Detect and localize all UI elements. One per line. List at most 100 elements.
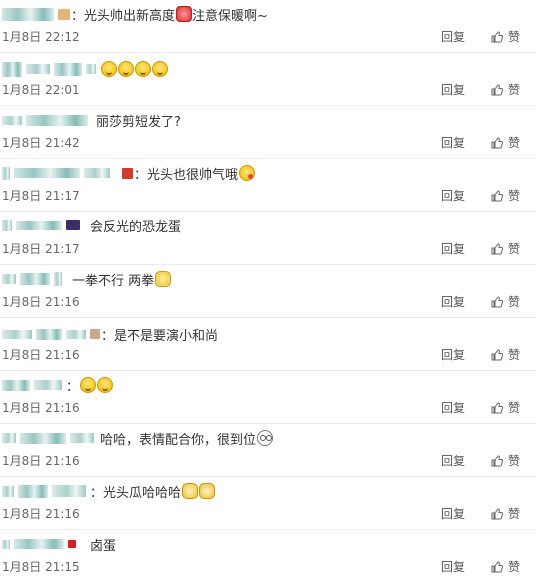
like-button[interactable]: 赞 <box>508 346 520 363</box>
like-button[interactable]: 赞 <box>508 399 520 416</box>
comment-item: 1月8日 22:01 回复 赞 <box>0 53 536 106</box>
comment-content: 丽莎剪短发了? <box>2 112 181 130</box>
like-button[interactable]: 赞 <box>508 558 520 575</box>
comment-text: 光头也很帅气哦 <box>147 167 239 183</box>
comment-content: 卤蛋 <box>2 536 116 554</box>
username-blurred[interactable] <box>2 329 32 339</box>
comment-actions: 回复 赞 <box>441 81 520 98</box>
doge-icon <box>199 483 216 499</box>
thumbs-up-icon[interactable] <box>491 507 503 520</box>
comment-date: 1月8日 21:16 <box>2 295 80 309</box>
reply-button[interactable]: 回复 <box>441 293 465 310</box>
glasses-face-icon <box>257 430 274 446</box>
reply-button[interactable]: 回复 <box>441 505 465 522</box>
reply-button[interactable]: 回复 <box>441 187 465 204</box>
comment-date: 1月8日 21:17 <box>2 189 80 203</box>
username-blurred-part <box>86 64 96 74</box>
comment-item: ：光头也很帅气哦 1月8日 21:17 回复 赞 <box>0 159 536 212</box>
reply-button[interactable]: 回复 <box>441 452 465 469</box>
like-button[interactable]: 赞 <box>508 452 520 469</box>
username-blurred[interactable] <box>2 7 54 21</box>
username-blurred-part <box>54 62 82 76</box>
thumbs-up-icon[interactable] <box>491 401 503 414</box>
username-blurred-part <box>14 539 64 549</box>
username-blurred[interactable] <box>2 433 16 443</box>
thumbs-up-icon[interactable] <box>491 83 503 96</box>
smile-icon <box>80 377 97 393</box>
username-blurred-part <box>14 168 80 178</box>
comment-text: 光头瓜哈哈哈 <box>103 485 182 501</box>
comment-item: 丽莎剪短发了? 1月8日 21:42 回复 赞 <box>0 106 536 159</box>
username-blurred-part <box>20 273 50 285</box>
comment-content <box>2 61 168 77</box>
reply-button[interactable]: 回复 <box>441 558 465 575</box>
username-blurred[interactable] <box>2 539 10 549</box>
fist-icon <box>155 271 172 287</box>
reply-button[interactable]: 回复 <box>441 81 465 98</box>
comment-text: 丽莎剪短发了? <box>96 114 181 130</box>
username-blurred-part <box>20 432 66 444</box>
like-button[interactable]: 赞 <box>508 134 520 151</box>
like-button[interactable]: 赞 <box>508 240 520 257</box>
user-badge-icon <box>58 8 70 20</box>
comment-item: 一拳不行 两拳 1月8日 21:16 回复 赞 <box>0 265 536 318</box>
thumbs-up-icon[interactable] <box>491 136 503 149</box>
comment-date: 1月8日 21:16 <box>2 348 80 362</box>
thumbs-up-icon[interactable] <box>491 454 503 467</box>
comment-date: 1月8日 22:12 <box>2 30 80 44</box>
like-button[interactable]: 赞 <box>508 293 520 310</box>
smile-icon <box>97 377 114 393</box>
comment-item: ： 1月8日 21:16 回复 赞 <box>0 371 536 424</box>
comment-actions: 回复 赞 <box>441 134 520 151</box>
username-blurred[interactable] <box>2 61 22 77</box>
comment-text: 会反光的恐龙蛋 <box>90 219 182 235</box>
thumbs-up-icon[interactable] <box>491 295 503 308</box>
username-blurred-part <box>54 272 62 286</box>
username-blurred-part <box>26 64 50 74</box>
user-badge-icon <box>122 167 133 179</box>
username-blurred[interactable] <box>2 485 14 497</box>
comment-actions: 回复 赞 <box>441 558 520 575</box>
username-blurred-part <box>66 329 86 339</box>
thumbs-up-icon[interactable] <box>491 30 503 43</box>
comment-date: 1月8日 21:16 <box>2 454 80 468</box>
username-blurred[interactable] <box>2 219 12 231</box>
reply-button[interactable]: 回复 <box>441 134 465 151</box>
comment-date: 1月8日 21:16 <box>2 507 80 521</box>
comment-content: ：是不是要演小和尚 <box>2 326 219 344</box>
laugh-cry-icon <box>152 61 168 77</box>
thumbs-up-icon[interactable] <box>491 348 503 361</box>
comment-text: 是不是要演小和尚 <box>114 328 219 344</box>
reply-button[interactable]: 回复 <box>441 240 465 257</box>
thumbs-up-icon[interactable] <box>491 560 503 573</box>
username-blurred[interactable] <box>2 115 22 125</box>
comment-date: 1月8日 21:16 <box>2 401 80 415</box>
thumbs-up-icon[interactable] <box>491 242 503 255</box>
reply-button[interactable]: 回复 <box>441 28 465 45</box>
user-badge-icon <box>90 329 100 339</box>
comment-date: 1月8日 21:15 <box>2 560 80 574</box>
like-button[interactable]: 赞 <box>508 187 520 204</box>
kiss-face-icon <box>239 165 256 181</box>
comment-item: 会反光的恐龙蛋 1月8日 21:17 回复 赞 <box>0 212 536 265</box>
reply-button[interactable]: 回复 <box>441 399 465 416</box>
username-blurred[interactable] <box>2 166 10 180</box>
like-button[interactable]: 赞 <box>508 28 520 45</box>
username-blurred-part <box>52 485 86 497</box>
laugh-cry-icon <box>135 61 151 77</box>
comment-actions: 回复 赞 <box>441 399 520 416</box>
comment-content: 一拳不行 两拳 <box>2 271 172 289</box>
username-blurred[interactable] <box>2 379 30 391</box>
comment-date: 1月8日 22:01 <box>2 83 80 97</box>
like-button[interactable]: 赞 <box>508 505 520 522</box>
comment-item: 哈哈，表情配合你，很到位 1月8日 21:16 回复 赞 <box>0 424 536 477</box>
username-blurred-part <box>36 328 62 340</box>
like-button[interactable]: 赞 <box>508 81 520 98</box>
comment-content: 会反光的恐龙蛋 <box>2 217 182 235</box>
comment-actions: 回复 赞 <box>441 452 520 469</box>
doge-icon <box>182 483 199 499</box>
thumbs-up-icon[interactable] <box>491 189 503 202</box>
username-blurred-part <box>84 168 110 178</box>
reply-button[interactable]: 回复 <box>441 346 465 363</box>
username-blurred[interactable] <box>2 274 16 284</box>
